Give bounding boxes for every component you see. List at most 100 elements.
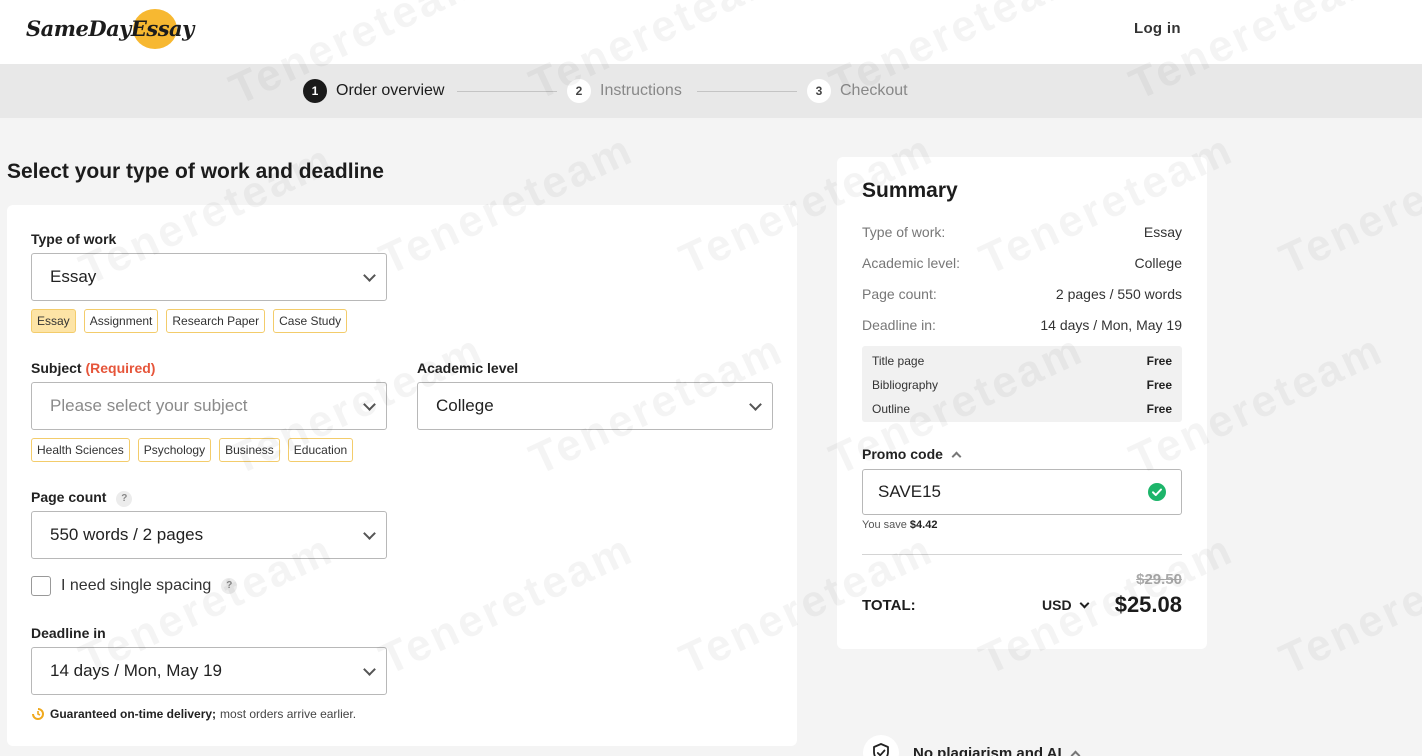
currency-select[interactable]: USD	[1042, 597, 1090, 613]
help-icon[interactable]: ?	[116, 491, 133, 507]
watermark: Tenereteam	[1272, 524, 1422, 685]
divider	[862, 554, 1182, 555]
chip-essay[interactable]: Essay	[31, 309, 76, 333]
page-count-value: 550 words / 2 pages	[50, 525, 204, 544]
deadline-label: Deadline in	[31, 625, 106, 641]
step-label: Checkout	[840, 82, 908, 99]
type-of-work-chips: Essay Assignment Research Paper Case Stu…	[31, 309, 348, 333]
required-marker: (Required)	[85, 360, 156, 376]
academic-level-label: Academic level	[417, 360, 519, 376]
step-number: 3	[807, 79, 831, 103]
chip-business[interactable]: Business	[219, 438, 280, 462]
summary-value: 2 pages / 550 words	[1055, 286, 1182, 302]
guarantee-text: most orders arrive earlier.	[220, 707, 357, 721]
summary-row-deadline: Deadline in: 14 days / Mon, May 19	[862, 317, 1182, 333]
step-instructions[interactable]: 2 Instructions	[567, 79, 682, 103]
summary-key: Deadline in:	[862, 317, 936, 333]
step-order-overview[interactable]: 1 Order overview	[303, 79, 444, 103]
type-of-work-label: Type of work	[31, 231, 117, 247]
watermark: Tenereteam	[1272, 124, 1422, 285]
extra-key: Outline	[872, 402, 911, 416]
login-link[interactable]: Log in	[1134, 20, 1181, 37]
extra-value: Free	[1146, 378, 1172, 392]
free-extras-box: Title page Free Bibliography Free Outlin…	[862, 346, 1182, 422]
subject-label: Subject (Required)	[31, 360, 155, 376]
step-connector	[457, 91, 557, 92]
step-connector	[697, 91, 797, 92]
deadline-value: 14 days / Mon, May 19	[50, 661, 222, 680]
promo-code-label: Promo code	[862, 446, 943, 462]
chevron-down-icon	[363, 663, 376, 676]
subject-chips: Health Sciences Psychology Business Educ…	[31, 438, 354, 462]
page-count-select[interactable]: 550 words / 2 pages	[31, 511, 387, 559]
summary-value: 14 days / Mon, May 19	[1040, 317, 1182, 333]
promo-code-input[interactable]: SAVE15	[862, 469, 1182, 515]
summary-row-type-of-work: Type of work: Essay	[862, 224, 1182, 240]
summary-value: Essay	[1143, 224, 1182, 240]
single-spacing-label: I need single spacing	[61, 577, 212, 594]
step-number: 2	[567, 79, 591, 103]
check-circle-icon	[1148, 483, 1166, 501]
type-of-work-select[interactable]: Essay	[31, 253, 387, 301]
single-spacing-row: I need single spacing ?	[31, 576, 238, 596]
currency-value: USD	[1042, 597, 1072, 613]
academic-level-select[interactable]: College	[417, 382, 773, 430]
step-label: Order overview	[336, 82, 445, 99]
summary-key: Type of work:	[862, 224, 946, 240]
chevron-down-icon	[363, 527, 376, 540]
academic-level-value: College	[436, 396, 494, 415]
promo-savings: You save $4.42	[862, 519, 937, 531]
extra-key: Bibliography	[872, 378, 939, 392]
order-form-card: Type of work Essay Essay Assignment Rese…	[7, 205, 797, 746]
summary-row-page-count: Page count: 2 pages / 550 words	[862, 286, 1182, 302]
original-price: $29.50	[1136, 571, 1182, 588]
chip-research-paper[interactable]: Research Paper	[166, 309, 266, 333]
no-plagiarism-toggle[interactable]: No plagiarism and AI	[863, 735, 1081, 756]
no-plagiarism-label: No plagiarism and AI	[913, 744, 1062, 756]
summary-title: Summary	[862, 179, 958, 202]
promo-code-value: SAVE15	[878, 482, 942, 501]
summary-key: Page count:	[862, 286, 937, 302]
chevron-up-icon	[1070, 750, 1081, 756]
step-checkout[interactable]: 3 Checkout	[807, 79, 908, 103]
delivery-guarantee: Guaranteed on-time delivery; most orders…	[31, 707, 356, 721]
savings-amount: $4.42	[909, 519, 938, 531]
extra-value: Free	[1146, 354, 1172, 368]
subject-label-text: Subject	[31, 360, 82, 376]
top-bar: SameDayEssay Log in	[0, 0, 1422, 64]
step-number: 1	[303, 79, 327, 103]
chevron-down-icon	[749, 398, 762, 411]
page-count-label-text: Page count	[31, 489, 107, 505]
single-spacing-checkbox[interactable]	[31, 576, 51, 596]
page-title: Select your type of work and deadline	[7, 160, 384, 183]
chip-education[interactable]: Education	[287, 438, 354, 462]
logo-text: SameDayEssay	[26, 15, 194, 41]
subject-select[interactable]: Please select your subject	[31, 382, 387, 430]
extra-row-bibliography: Bibliography Free	[872, 378, 1172, 392]
chip-case-study[interactable]: Case Study	[273, 309, 348, 333]
subject-placeholder: Please select your subject	[50, 396, 248, 415]
chevron-down-icon	[1079, 598, 1090, 608]
summary-card: Summary Type of work: Essay Academic lev…	[837, 157, 1207, 649]
page-count-label: Page count ?	[31, 489, 133, 507]
extra-key: Title page	[872, 354, 925, 368]
chip-assignment[interactable]: Assignment	[83, 309, 159, 333]
clock-icon	[32, 708, 44, 720]
summary-value: College	[1134, 255, 1182, 271]
step-label: Instructions	[600, 82, 682, 99]
guarantee-bold: Guaranteed on-time delivery;	[50, 707, 217, 721]
extra-row-title-page: Title page Free	[872, 354, 1172, 368]
help-icon[interactable]: ?	[221, 578, 238, 594]
logo[interactable]: SameDayEssay	[26, 8, 194, 49]
total-price: $25.08	[1114, 592, 1182, 617]
summary-row-academic-level: Academic level: College	[862, 255, 1182, 271]
promo-code-toggle[interactable]: Promo code	[862, 446, 962, 462]
deadline-select[interactable]: 14 days / Mon, May 19	[31, 647, 387, 695]
chip-health-sciences[interactable]: Health Sciences	[31, 438, 130, 462]
chevron-down-icon	[363, 398, 376, 411]
step-bar: 1 Order overview 2 Instructions 3 Checko…	[0, 64, 1422, 118]
chip-psychology[interactable]: Psychology	[137, 438, 212, 462]
type-of-work-value: Essay	[50, 267, 97, 286]
total-label: TOTAL:	[862, 597, 916, 614]
savings-prefix: You save	[862, 519, 907, 531]
